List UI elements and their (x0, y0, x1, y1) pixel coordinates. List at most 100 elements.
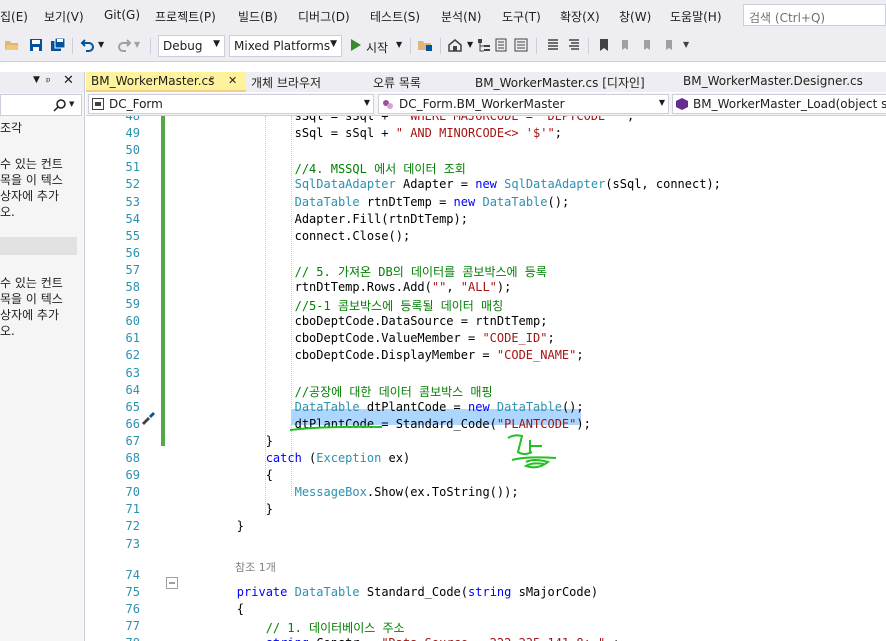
code-line[interactable]: sSql = sSql + " WHERE MAJORCODE = 'DEPTC… (179, 116, 635, 123)
comment-lines-icon[interactable] (545, 37, 561, 53)
code-line[interactable]: { (179, 602, 244, 616)
uncomment-lines-icon[interactable] (566, 37, 582, 53)
menu-debug[interactable]: 디버그(D) (298, 8, 350, 25)
toolbox-title-bar: ▼ ᵖ ✕ (0, 72, 84, 93)
code-line[interactable]: DataTable dtPlantCode = new DataTable(); (179, 400, 584, 414)
line-number: 72 (125, 519, 140, 534)
code-line[interactable]: cboDeptCode.DataSource = rtnDtTemp; (179, 314, 548, 328)
code-line[interactable]: } (179, 434, 273, 448)
home-icon[interactable] (447, 37, 463, 53)
platform-select[interactable]: Mixed Platforms ▼ (229, 35, 342, 57)
menu-git[interactable]: Git(G) (104, 8, 140, 22)
pin-icon[interactable]: ᵖ (46, 75, 51, 88)
clear-bookmarks-icon[interactable] (661, 37, 677, 53)
toolbar-options-icon[interactable]: ▼ (683, 40, 689, 49)
quick-actions-brush-icon[interactable] (140, 411, 156, 425)
code-line[interactable]: rtnDtTemp.Rows.Add("", "ALL"); (179, 280, 512, 294)
code-line[interactable]: cboDeptCode.ValueMember = "CODE_ID"; (179, 331, 555, 345)
search-placeholder: 검색 (Ctrl+Q) (749, 11, 826, 25)
line-number: 48 (125, 116, 140, 123)
toolbox-search-input[interactable]: ▼ (0, 94, 82, 116)
menu-help[interactable]: 도움말(H) (670, 8, 722, 25)
menu-project[interactable]: 프로젝트(P) (155, 8, 216, 25)
tab-bm-workermaster-designer-cs[interactable]: BM_WorkerMaster.Designer.cs (678, 72, 886, 92)
menu-tools[interactable]: 도구(T) (502, 8, 541, 25)
code-line[interactable]: sSql = sSql + " AND MINORCODE<> '$'"; (179, 126, 562, 140)
open-folder-icon[interactable] (4, 37, 20, 53)
code-line[interactable]: { (179, 468, 273, 482)
code-line[interactable]: //5-1 콤보박스에 등록될 데이터 매칭 (179, 297, 504, 314)
tab-object-browser[interactable]: 개체 브라우저 (246, 72, 368, 92)
properties-icon[interactable] (493, 37, 509, 53)
class-view-icon[interactable] (513, 37, 529, 53)
menu-bar: 집(E) 보기(V) Git(G) 프로젝트(P) 빌드(B) 디버그(D) 테… (0, 0, 886, 31)
code-line[interactable]: string Constr = "Data Source = 222.235.1… (179, 636, 620, 641)
code-line[interactable]: } (179, 519, 244, 533)
code-line[interactable]: } (179, 502, 273, 516)
code-line[interactable]: DataTable rtnDtTemp = new DataTable(); (179, 195, 570, 209)
close-icon[interactable]: ✕ (63, 73, 74, 88)
line-number: 53 (125, 194, 140, 209)
search-icon[interactable] (53, 98, 67, 112)
configuration-select[interactable]: Debug ▼ (158, 35, 225, 57)
home-dropdown-icon[interactable]: ▼ (467, 40, 473, 49)
code-line[interactable]: MessageBox.Show(ex.ToString()); (179, 485, 519, 499)
solution-explorer-icon[interactable] (476, 37, 492, 53)
class-select[interactable]: DC_Form.BM_WorkerMaster ▼ (378, 94, 669, 114)
start-dropdown-icon[interactable]: ▼ (396, 40, 402, 49)
code-line[interactable]: //4. MSSQL 에서 데이터 조회 (179, 160, 466, 177)
code-line[interactable]: connect.Close(); (179, 229, 411, 243)
chevron-down-icon: ▼ (213, 39, 220, 49)
bookmark-icon[interactable] (596, 37, 612, 53)
pin-icon[interactable]: ᵖ (210, 75, 214, 86)
undo-dropdown-icon[interactable]: ▼ (98, 40, 104, 49)
code-line[interactable]: Adapter.Fill(rtnDtTemp); (179, 212, 468, 226)
collapse-region-icon[interactable] (166, 577, 178, 589)
tab-error-list[interactable]: 오류 목록 (368, 72, 470, 92)
navigation-bar: DC_Form ▼ DC_Form.BM_WorkerMaster ▼ BM_W… (86, 93, 886, 116)
next-bookmark-icon[interactable] (639, 37, 655, 53)
menu-window[interactable]: 창(W) (619, 8, 651, 25)
line-number: 56 (125, 245, 140, 260)
line-number: 67 (125, 433, 140, 448)
search-input[interactable]: 검색 (Ctrl+Q) (743, 4, 886, 26)
code-line[interactable]: // 5. 가져온 DB의 데이터를 콤보박스에 등록 (179, 263, 547, 280)
search-dropdown-icon[interactable]: ▼ (69, 100, 74, 108)
menu-edit[interactable]: 집(E) (0, 8, 28, 25)
tab-bm-workermaster-cs[interactable]: BM_WorkerMaster.cs ᵖ ✕ (86, 72, 246, 92)
code-editor[interactable]: 48 sSql = sSql + " WHERE MAJORCODE = 'DE… (86, 116, 886, 641)
undo-icon[interactable] (80, 37, 96, 53)
code-line[interactable]: //공장에 대한 데이터 콤보박스 매핑 (179, 383, 493, 400)
change-tracking-bar (161, 116, 165, 446)
project-select[interactable]: DC_Form ▼ (88, 94, 374, 114)
previous-bookmark-icon[interactable] (617, 37, 633, 53)
reference-count[interactable]: 참조 1개 (235, 559, 276, 575)
toolbox-selected-group[interactable] (0, 237, 77, 255)
code-line[interactable]: cboDeptCode.DisplayMember = "CODE_NAME"; (179, 348, 584, 362)
menu-analyze[interactable]: 분석(N) (441, 8, 481, 25)
play-icon[interactable] (347, 37, 363, 53)
browse-folder-icon[interactable] (417, 37, 433, 53)
line-number: 50 (125, 143, 140, 158)
save-all-icon[interactable] (50, 37, 66, 53)
line-number: 63 (125, 365, 140, 380)
toolbar-separator (536, 38, 537, 54)
redo-icon[interactable] (116, 37, 132, 53)
chevron-down-icon: ▼ (658, 98, 665, 107)
menu-view[interactable]: 보기(V) (44, 8, 84, 25)
menu-test[interactable]: 테스트(S) (370, 8, 420, 25)
code-line[interactable]: // 1. 데이터베이스 주소 (179, 619, 405, 636)
menu-build[interactable]: 빌드(B) (238, 8, 278, 25)
toolbox-panel: ▼ ᵖ ✕ ▼ 조각 수 있는 컨트 목을 이 텍스 상자에 추가 오. 수 있… (0, 72, 85, 641)
redo-dropdown-icon[interactable]: ▼ (134, 40, 140, 49)
code-line[interactable]: private DataTable Standard_Code(string s… (179, 585, 598, 599)
panel-dropdown-icon[interactable]: ▼ (33, 75, 40, 85)
menu-extensions[interactable]: 확장(X) (560, 8, 600, 25)
code-line[interactable]: SqlDataAdapter Adapter = new SqlDataAdap… (179, 177, 721, 191)
start-button[interactable]: 시작 (366, 39, 388, 56)
line-number: 78 (86, 636, 140, 641)
close-tab-icon[interactable]: ✕ (228, 74, 237, 87)
save-icon[interactable] (28, 37, 44, 53)
tab-bm-workermaster-design[interactable]: BM_WorkerMaster.cs [디자인] (470, 72, 678, 92)
member-select[interactable]: BM_WorkerMaster_Load(object sender (672, 94, 886, 114)
